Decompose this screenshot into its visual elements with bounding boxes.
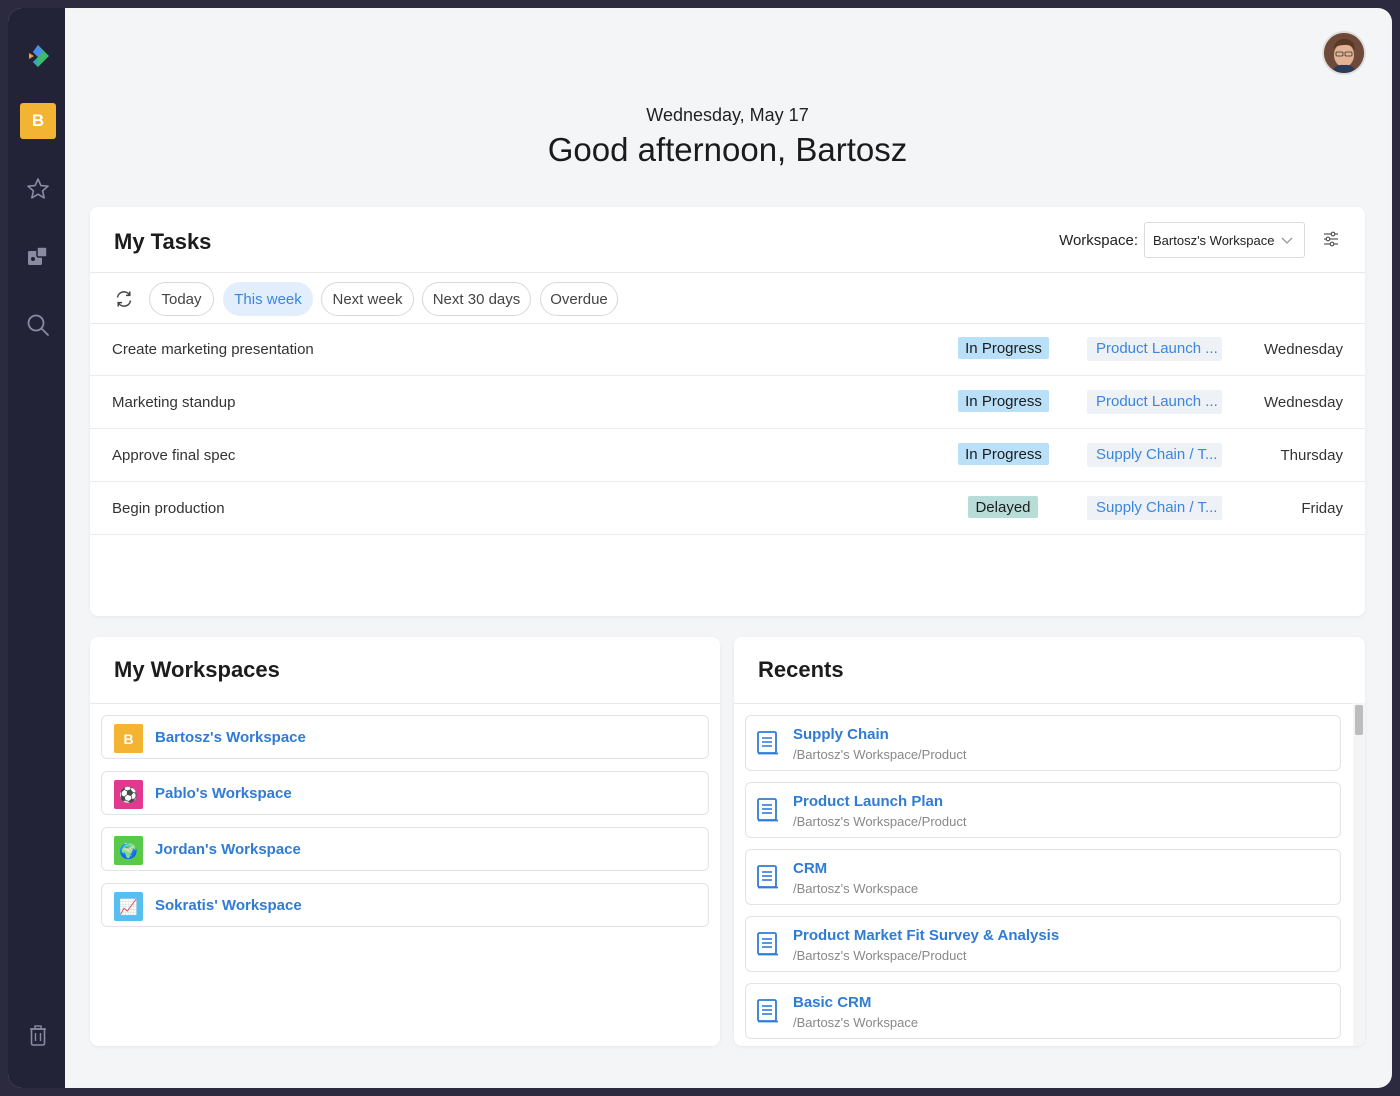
task-name: Approve final spec: [112, 447, 236, 464]
status-badge: In Progress: [958, 443, 1049, 465]
filter-next-30-days[interactable]: Next 30 days: [422, 282, 531, 316]
workspace-item-pablo[interactable]: ⚽ Pablo's Workspace: [101, 771, 709, 815]
refresh-icon[interactable]: [114, 289, 134, 309]
main-content: Wednesday, May 17 Good afternoon, Bartos…: [65, 11, 1390, 1085]
templates-button[interactable]: [20, 239, 56, 275]
my-workspaces-card: My Workspaces B Bartosz's Workspace ⚽ Pa…: [90, 637, 720, 1046]
recent-item[interactable]: Basic CRM /Bartosz's Workspace: [745, 983, 1341, 1039]
workspace-select[interactable]: Bartosz's Workspace: [1144, 222, 1305, 258]
task-due-date: Friday: [1301, 500, 1343, 517]
recents-title: Recents: [758, 657, 844, 682]
app-window: B Wednesday, May 17 Good afternoon, Bart…: [8, 8, 1392, 1088]
task-due-date: Wednesday: [1264, 394, 1343, 411]
greeting: Good afternoon, Bartosz: [547, 131, 908, 168]
task-row[interactable]: Create marketing presentation In Progres…: [90, 324, 1365, 376]
workspace-badge: B: [114, 724, 143, 753]
divider: [90, 703, 720, 704]
recent-path: /Bartosz's Workspace: [793, 1015, 919, 1030]
recent-path: /Bartosz's Workspace/Product: [793, 747, 967, 762]
task-project-link[interactable]: Product Launch ...: [1087, 390, 1222, 414]
star-icon: [27, 178, 49, 199]
templates-icon: [28, 246, 48, 265]
task-due-date: Thursday: [1280, 447, 1343, 464]
recent-title: CRM: [793, 860, 828, 877]
recent-title: Basic CRM: [793, 994, 872, 1011]
recent-title: Product Launch Plan: [793, 793, 944, 810]
recent-path: /Bartosz's Workspace/Product: [793, 948, 967, 963]
recent-item[interactable]: Product Market Fit Survey & Analysis /Ba…: [745, 916, 1341, 972]
task-row[interactable]: Marketing standup In Progress Product La…: [90, 377, 1365, 429]
task-row[interactable]: Begin production Delayed Supply Chain / …: [90, 483, 1365, 535]
status-badge: In Progress: [958, 337, 1049, 359]
task-row[interactable]: Approve final spec In Progress Supply Ch…: [90, 430, 1365, 482]
workspace-name: Bartosz's Workspace: [155, 729, 306, 746]
recent-item[interactable]: CRM /Bartosz's Workspace: [745, 849, 1341, 905]
workspace-item-bartosz[interactable]: B Bartosz's Workspace: [101, 715, 709, 759]
recents-scrollbar[interactable]: [1353, 703, 1365, 1046]
workspace-name: Pablo's Workspace: [155, 785, 292, 802]
document-icon: [757, 865, 778, 889]
workspace-select-value: Bartosz's Workspace: [1153, 232, 1275, 248]
chart-up-icon: 📈: [114, 892, 143, 921]
filter-this-week[interactable]: This week: [223, 282, 313, 316]
filter-settings-icon[interactable]: [1323, 231, 1339, 247]
recent-path: /Bartosz's Workspace: [793, 881, 919, 896]
current-workspace-button[interactable]: B: [20, 103, 56, 139]
task-due-date: Wednesday: [1264, 341, 1343, 358]
task-name: Marketing standup: [112, 394, 236, 411]
search-button[interactable]: [20, 307, 56, 343]
filter-next-week[interactable]: Next week: [321, 282, 414, 316]
workspace-initial: B: [31, 111, 45, 130]
workspace-name: Sokratis' Workspace: [155, 897, 302, 914]
scrollbar-thumb[interactable]: [1355, 705, 1363, 735]
avatar[interactable]: [1324, 33, 1364, 73]
sidebar: B: [8, 8, 65, 1088]
task-project-link[interactable]: Supply Chain / T...: [1087, 496, 1222, 520]
status-badge: In Progress: [958, 390, 1049, 412]
my-tasks-title: My Tasks: [114, 229, 212, 254]
recent-path: /Bartosz's Workspace/Product: [793, 814, 967, 829]
filter-overdue[interactable]: Overdue: [540, 282, 618, 316]
status-badge: Delayed: [968, 496, 1038, 518]
trash-icon: [30, 1025, 46, 1046]
document-icon: [757, 999, 778, 1023]
app-logo[interactable]: [20, 38, 56, 74]
filter-today[interactable]: Today: [149, 282, 214, 316]
divider: [90, 272, 1365, 273]
task-project-link[interactable]: Product Launch ...: [1087, 337, 1222, 361]
task-project-link[interactable]: Supply Chain / T...: [1087, 443, 1222, 467]
document-icon: [757, 798, 778, 822]
trash-button[interactable]: [20, 1018, 56, 1054]
workspace-item-jordan[interactable]: 🌍 Jordan's Workspace: [101, 827, 709, 871]
task-name: Create marketing presentation: [112, 341, 314, 358]
globe-icon: 🌍: [114, 836, 143, 865]
recent-title: Supply Chain: [793, 726, 889, 743]
my-workspaces-title: My Workspaces: [114, 657, 280, 682]
workspace-name: Jordan's Workspace: [155, 841, 301, 858]
document-icon: [757, 731, 778, 755]
chevron-down-icon: [1281, 237, 1293, 244]
task-name: Begin production: [112, 500, 225, 517]
current-date: Wednesday, May 17: [646, 105, 809, 125]
divider: [734, 703, 1365, 704]
recents-card: Recents Supply Chain /Bartosz's Workspac…: [734, 637, 1365, 1046]
document-icon: [757, 932, 778, 956]
search-icon: [27, 314, 49, 336]
workspace-item-sokratis[interactable]: 📈 Sokratis' Workspace: [101, 883, 709, 927]
soccer-ball-icon: ⚽: [114, 780, 143, 809]
favorites-button[interactable]: [20, 171, 56, 207]
my-tasks-card: My Tasks Workspace: Bartosz's Workspace: [90, 207, 1365, 616]
recent-item[interactable]: Product Launch Plan /Bartosz's Workspace…: [745, 782, 1341, 838]
workspace-label: Workspace:: [1059, 232, 1138, 249]
recent-title: Product Market Fit Survey & Analysis: [793, 927, 1060, 944]
recent-item[interactable]: Supply Chain /Bartosz's Workspace/Produc…: [745, 715, 1341, 771]
